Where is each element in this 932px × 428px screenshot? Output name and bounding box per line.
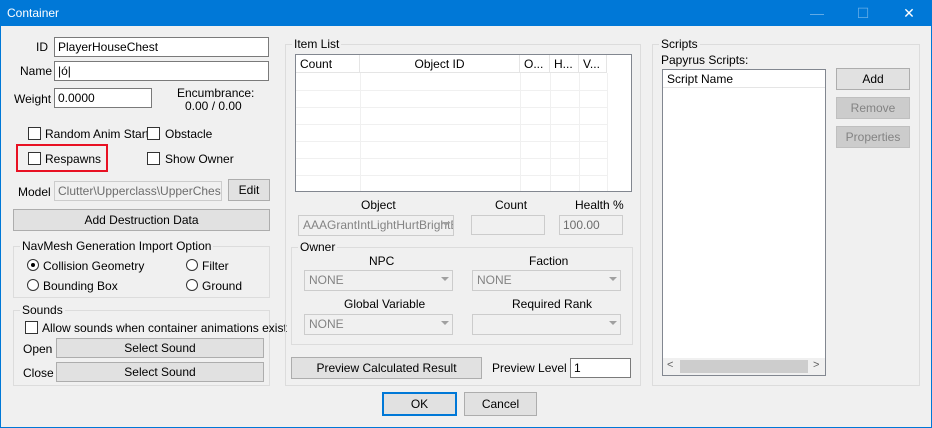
scripts-list[interactable]: Script Name < >: [662, 69, 826, 376]
grid-col-line: [607, 73, 608, 191]
obstacle-label: Obstacle: [165, 127, 213, 141]
remove-script-button: Remove: [836, 97, 910, 119]
title-bar[interactable]: Container — ☐ ✕: [0, 0, 932, 26]
obstacle-checkbox[interactable]: [147, 127, 160, 140]
allow-sounds-label: Allow sounds when container animations e…: [42, 321, 287, 335]
global-variable-label: Global Variable: [344, 297, 426, 311]
owner-group-title: Owner: [298, 240, 338, 254]
properties-button: Properties: [836, 126, 910, 148]
open-sound-label: Open: [23, 342, 53, 356]
required-rank-label: Required Rank: [512, 297, 593, 311]
global-variable-dropdown: NONE: [304, 314, 453, 335]
column-object-id[interactable]: Object ID: [360, 55, 520, 73]
cancel-button[interactable]: Cancel: [464, 392, 537, 416]
npc-label: NPC: [369, 254, 395, 268]
id-field[interactable]: PlayerHouseChest: [54, 37, 269, 57]
open-select-sound-button[interactable]: Select Sound: [56, 338, 264, 358]
object-dropdown-value: AAAGrantIntLightHurtBrightB: [303, 218, 454, 232]
preview-calculated-result-button[interactable]: Preview Calculated Result: [291, 357, 482, 379]
close-icon[interactable]: ✕: [886, 0, 932, 26]
model-field: Clutter\Upperclass\UpperChest01: [54, 181, 222, 201]
random-anim-start-label: Random Anim Start: [45, 127, 150, 141]
object-dropdown: AAAGrantIntLightHurtBrightB: [298, 215, 454, 236]
grid-row-line: [296, 107, 607, 108]
add-destruction-data-button[interactable]: Add Destruction Data: [13, 209, 270, 231]
filter-radio[interactable]: [186, 259, 198, 271]
chevron-down-icon: [441, 277, 449, 281]
chevron-down-icon: [441, 321, 449, 325]
add-script-button[interactable]: Add: [836, 68, 910, 90]
id-label: ID: [36, 40, 48, 54]
sounds-group-title: Sounds: [20, 303, 65, 317]
grid-row-line: [296, 141, 607, 142]
health-field: 100.00: [559, 215, 623, 235]
preview-level-field[interactable]: 1: [570, 358, 631, 378]
minimize-icon[interactable]: —: [794, 0, 840, 26]
required-rank-dropdown: [472, 314, 621, 335]
weight-field[interactable]: 0.0000: [54, 88, 152, 108]
preview-level-label: Preview Level: [492, 361, 567, 375]
scroll-left-icon[interactable]: <: [667, 359, 673, 371]
bounding-box-radio[interactable]: [27, 279, 39, 291]
bounding-box-label: Bounding Box: [43, 279, 118, 293]
column-count[interactable]: Count: [296, 55, 360, 73]
encumbrance-value: 0.00 / 0.00: [185, 99, 242, 113]
chevron-down-icon: [442, 222, 450, 226]
name-field[interactable]: |ó|: [54, 61, 269, 81]
navmesh-group-title: NavMesh Generation Import Option: [20, 239, 214, 253]
item-list-group-title: Item List: [292, 37, 342, 51]
scripts-group-title: Scripts: [659, 37, 700, 51]
global-variable-dropdown-value: NONE: [309, 317, 344, 331]
ground-radio[interactable]: [186, 279, 198, 291]
name-label: Name: [20, 64, 53, 78]
ground-label: Ground: [202, 279, 243, 293]
show-owner-label: Show Owner: [165, 152, 234, 166]
object-label: Object: [361, 198, 396, 212]
respawns-checkbox[interactable]: [28, 152, 41, 165]
grid-row-line: [296, 90, 607, 91]
close-sound-label: Close: [23, 366, 54, 380]
grid-row-line: [296, 124, 607, 125]
faction-dropdown: NONE: [472, 270, 621, 291]
allow-sounds-checkbox[interactable]: [25, 321, 38, 334]
ok-button[interactable]: OK: [382, 392, 457, 416]
filter-label: Filter: [202, 259, 229, 273]
horizontal-scrollbar[interactable]: < >: [663, 358, 825, 375]
maximize-icon[interactable]: ☐: [840, 0, 886, 26]
container-dialog: Container — ☐ ✕ ID PlayerHouseChest Name…: [0, 0, 932, 428]
npc-dropdown: NONE: [304, 270, 453, 291]
close-select-sound-button[interactable]: Select Sound: [56, 362, 264, 382]
count-field: [471, 215, 545, 235]
grid-row-line: [296, 158, 607, 159]
model-label: Model: [18, 185, 51, 199]
window-title: Container: [7, 6, 60, 20]
column-o[interactable]: O...: [520, 55, 550, 73]
respawns-label: Respawns: [45, 152, 102, 166]
chevron-down-icon: [609, 321, 617, 325]
papyrus-scripts-label: Papyrus Scripts:: [661, 53, 749, 67]
collision-geometry-label: Collision Geometry: [43, 259, 145, 273]
column-v[interactable]: V...: [579, 55, 607, 73]
weight-label: Weight: [14, 92, 52, 106]
count-label: Count: [495, 198, 528, 212]
chevron-down-icon: [609, 277, 617, 281]
encumbrance-label: Encumbrance:: [177, 86, 255, 100]
edit-model-button[interactable]: Edit: [228, 179, 270, 201]
npc-dropdown-value: NONE: [309, 273, 344, 287]
health-label: Health %: [575, 198, 624, 212]
item-list-table[interactable]: Count Object ID O... H... V...: [295, 54, 632, 192]
grid-row-line: [296, 175, 607, 176]
column-script-name[interactable]: Script Name: [663, 70, 825, 88]
scroll-right-icon[interactable]: >: [813, 359, 819, 371]
show-owner-checkbox[interactable]: [147, 152, 160, 165]
faction-dropdown-value: NONE: [477, 273, 512, 287]
collision-geometry-radio[interactable]: [27, 259, 39, 271]
column-h[interactable]: H...: [550, 55, 579, 73]
dialog-body: ID PlayerHouseChest Name |ó| Weight 0.00…: [1, 26, 931, 427]
faction-label: Faction: [529, 254, 569, 268]
random-anim-start-checkbox[interactable]: [28, 127, 41, 140]
scrollbar-thumb[interactable]: [680, 360, 808, 373]
